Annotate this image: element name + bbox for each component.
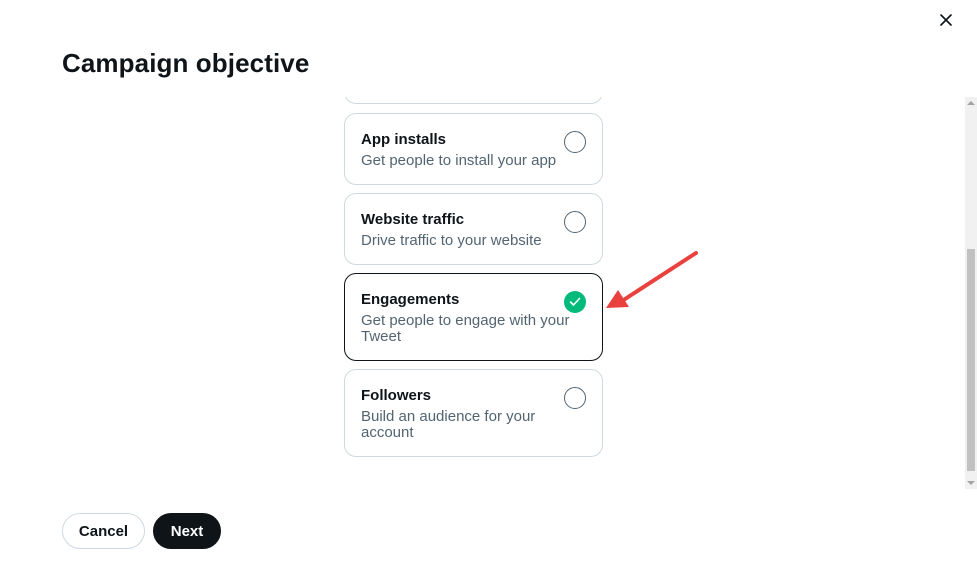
objective-description: Build an audience for your account bbox=[361, 408, 536, 441]
objective-card-app-installs[interactable]: App installs Get people to install your … bbox=[344, 113, 603, 185]
campaign-objective-dialog: Campaign objective App installs Get peop… bbox=[0, 0, 977, 587]
scroll-up-arrow-icon[interactable] bbox=[965, 97, 977, 109]
radio-unchecked[interactable] bbox=[564, 131, 586, 153]
objective-card-hidden[interactable] bbox=[344, 97, 603, 104]
objective-title: Website traffic bbox=[361, 211, 465, 228]
scrollbar-thumb[interactable] bbox=[967, 249, 975, 471]
radio-unchecked[interactable] bbox=[564, 387, 586, 409]
objective-title: Engagements bbox=[361, 291, 460, 308]
objective-title: Followers bbox=[361, 387, 432, 404]
objective-description: Get people to install your app bbox=[361, 152, 557, 169]
check-icon bbox=[569, 297, 581, 306]
objective-title: App installs bbox=[361, 131, 447, 148]
objective-card-followers[interactable]: Followers Build an audience for your acc… bbox=[344, 369, 603, 457]
objective-list[interactable]: App installs Get people to install your … bbox=[0, 97, 965, 489]
close-button[interactable] bbox=[934, 8, 958, 32]
objective-card-engagements[interactable]: Engagements Get people to engage with yo… bbox=[344, 273, 603, 361]
scrollbar[interactable] bbox=[965, 97, 977, 489]
objective-card-website-traffic[interactable]: Website traffic Drive traffic to your we… bbox=[344, 193, 603, 265]
objective-description: Get people to engage with your Tweet bbox=[361, 312, 570, 345]
next-button[interactable]: Next bbox=[153, 513, 221, 549]
close-icon bbox=[940, 14, 952, 26]
radio-unchecked[interactable] bbox=[564, 211, 586, 233]
objective-description: Drive traffic to your website bbox=[361, 232, 542, 249]
radio-checked[interactable] bbox=[564, 291, 586, 313]
cancel-button[interactable]: Cancel bbox=[62, 513, 145, 549]
scroll-down-arrow-icon[interactable] bbox=[965, 477, 977, 489]
page-title: Campaign objective bbox=[62, 48, 310, 78]
